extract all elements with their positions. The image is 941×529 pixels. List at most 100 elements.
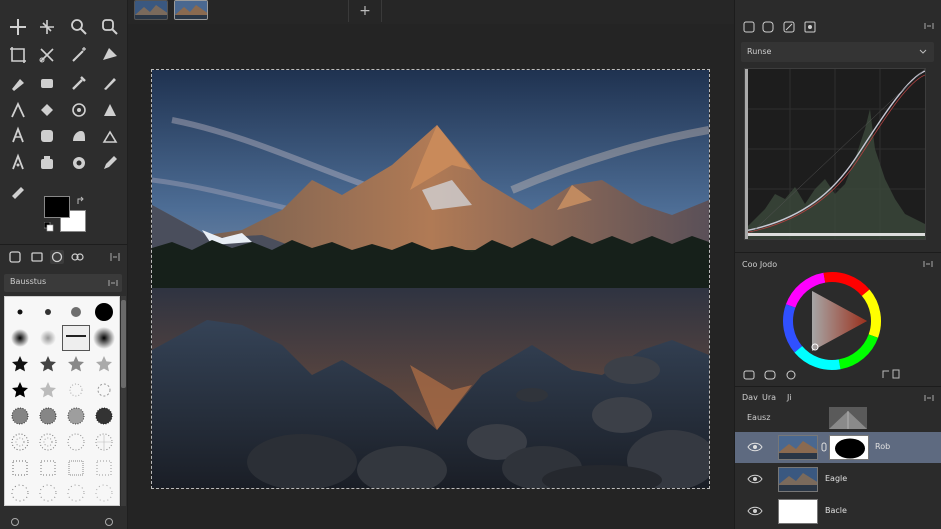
paths-tab-label[interactable]: Ji [787,393,792,402]
curves-graph[interactable] [744,68,926,240]
lasso-zoom-icon[interactable] [100,17,120,37]
brush-footer-left-icon[interactable] [10,517,20,527]
color-wheel[interactable] [782,271,882,371]
swatch-tab-icon-1[interactable] [743,369,755,381]
brush-star-2[interactable] [34,351,62,377]
brush-scroll-thumb[interactable] [121,300,126,388]
brush-star-6[interactable] [34,377,62,403]
sponge-icon[interactable] [100,126,120,146]
brush-texture-13[interactable] [6,480,34,506]
brush-footer-right-icon[interactable] [104,517,114,527]
swatch-tab-icon-2[interactable] [764,369,776,381]
link-icon[interactable] [821,442,827,452]
scissors-icon[interactable] [37,45,57,65]
brushes-header[interactable]: Bausstus [4,274,122,292]
clone-icon[interactable] [100,100,120,120]
brush-star-1[interactable] [6,351,34,377]
brush-texture-6[interactable] [34,429,62,455]
stamp-icon[interactable] [69,153,89,173]
new-document-tab-button[interactable]: + [348,0,382,22]
hand-icon[interactable] [37,153,57,173]
brush-hard-small[interactable] [6,299,34,325]
layer-row[interactable]: Eagle [735,464,941,495]
canvas-area[interactable] [128,24,734,529]
curves-header[interactable]: Runse [741,42,934,62]
color-picker-icon[interactable] [8,180,28,200]
collapse-panel-icon[interactable] [108,250,122,264]
brush-texture-10[interactable] [34,455,62,481]
adjust-tab-icon-3[interactable] [783,21,795,33]
brush-splat-1[interactable] [62,377,90,403]
palettes-tab-icon[interactable] [70,250,84,264]
document-tab-2[interactable] [174,0,208,20]
patterns-tab-icon[interactable] [30,250,44,264]
brush-soft-small[interactable] [34,299,62,325]
eye-icon[interactable] [747,505,763,517]
brush-texture-1[interactable] [6,403,34,429]
brush-selected[interactable] [62,325,90,351]
ruler-icon[interactable] [100,45,120,65]
brushes-tab-icon[interactable] [8,250,22,264]
eraser-icon[interactable] [37,73,57,93]
brush-texture-16[interactable] [90,480,118,506]
brush-texture-9[interactable] [6,455,34,481]
layers-tab-label[interactable]: Dav [742,393,758,402]
brush-scrollbar[interactable] [121,296,126,506]
brush-soft-large[interactable] [90,325,118,351]
chevron-down-icon[interactable] [918,47,928,57]
collapse-layers-icon[interactable] [924,393,934,403]
brush-texture-4[interactable] [90,403,118,429]
magic-wand-icon[interactable] [69,45,89,65]
brush-texture-8[interactable] [90,429,118,455]
brush-texture-5[interactable] [6,429,34,455]
collapse-color-icon[interactable] [923,259,933,269]
foreground-color-swatch[interactable] [44,196,70,218]
move-icon[interactable] [8,17,28,37]
brush-texture-3[interactable] [62,403,90,429]
brush-icon[interactable] [8,73,28,93]
crosshair-move-icon[interactable] [37,17,57,37]
brush-soft-faint[interactable] [34,325,62,351]
adjust-tab-icon-1[interactable] [743,21,755,33]
brush-texture-15[interactable] [62,480,90,506]
eye-icon[interactable] [747,441,763,453]
brush-hard-large[interactable] [90,299,118,325]
pencil-icon[interactable] [100,153,120,173]
text-icon[interactable] [8,100,28,120]
channels-tab-label[interactable]: Ura [762,393,776,402]
dodge-icon[interactable] [69,126,89,146]
swatch-tab-icon-3[interactable] [785,369,797,381]
brush-texture-7[interactable] [62,429,90,455]
reset-colors-icon[interactable] [44,222,54,232]
bucket-icon[interactable] [37,100,57,120]
eye-icon[interactable] [747,473,763,485]
pen-icon[interactable] [100,73,120,93]
pipette-icon[interactable] [69,73,89,93]
brush-texture-12[interactable] [90,455,118,481]
document-image[interactable] [151,69,710,489]
collapse-panel-icon[interactable] [924,21,934,31]
measure-icon[interactable] [8,153,28,173]
path-icon[interactable] [8,126,28,146]
brush-splat-2[interactable] [90,377,118,403]
smudge-icon[interactable] [69,100,89,120]
layer-row[interactable]: Bacle [735,496,941,527]
brush-texture-2[interactable] [34,403,62,429]
brush-hard-medium[interactable] [62,299,90,325]
swap-colors-icon[interactable] [76,196,86,206]
brush-soft-medium[interactable] [6,325,34,351]
crop-icon[interactable] [8,45,28,65]
gradients-tab-icon[interactable] [50,250,64,264]
brush-star-3[interactable] [62,351,90,377]
adjust-tab-icon-2[interactable] [762,21,774,33]
expand-icon[interactable] [108,278,118,288]
zoom-icon[interactable] [69,17,89,37]
brush-texture-11[interactable] [62,455,90,481]
brush-star-4[interactable] [90,351,118,377]
blur-icon[interactable] [37,126,57,146]
document-tab-1[interactable] [134,0,168,20]
adjust-tab-icon-4[interactable] [804,21,816,33]
brush-texture-14[interactable] [34,480,62,506]
layer-mask-thumbnail[interactable] [829,435,869,460]
layer-row[interactable]: Rob [735,432,941,463]
